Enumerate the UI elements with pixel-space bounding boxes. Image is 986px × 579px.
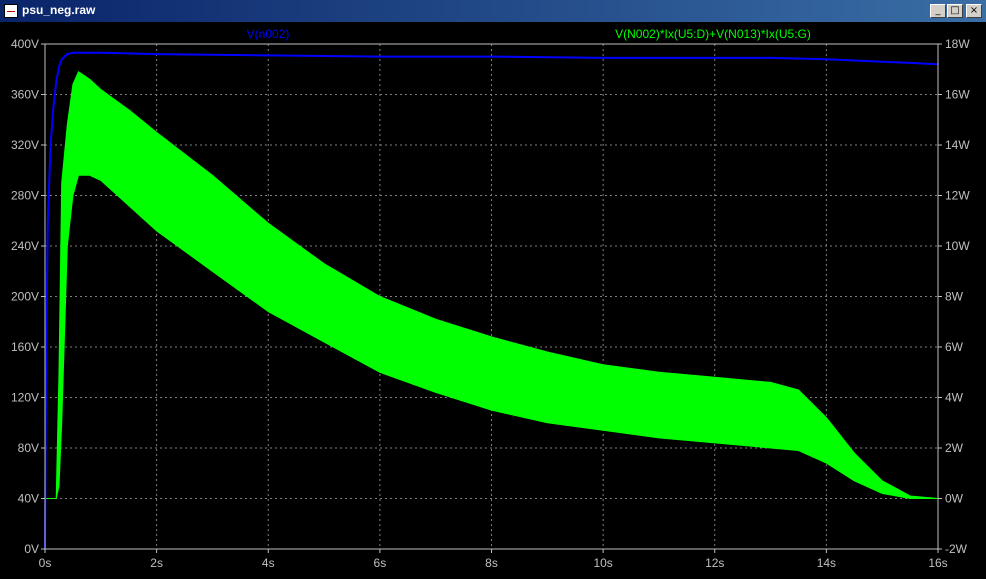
right-y-tick-label: 4W — [945, 391, 964, 405]
right-y-tick-label: 16W — [945, 88, 970, 102]
right-y-tick-label: 2W — [945, 441, 964, 455]
title-bar: psu_neg.raw _ □ × — [0, 0, 986, 22]
right-y-tick-label: 0W — [945, 492, 964, 506]
close-button[interactable]: × — [966, 4, 982, 18]
plot-pane[interactable]: 0s 2s 4s 6s 8s 10s 12s 14s 16s 0V 40V 80V 120V 160V 20… — [0, 22, 986, 579]
left-y-tick-label: 200V — [11, 290, 39, 304]
right-y-tick-label: 12W — [945, 189, 970, 203]
left-y-tick-label: 0V — [24, 542, 39, 556]
x-tick-label: 14s — [817, 556, 836, 570]
right-y-tick-label: 8W — [945, 290, 964, 304]
left-y-tick-label: 400V — [11, 37, 39, 51]
x-tick-label: 0s — [39, 556, 52, 570]
left-y-tick-label: 80V — [18, 441, 39, 455]
legend-voltage: V(n002) — [247, 27, 290, 41]
left-y-tick-label: 40V — [18, 492, 39, 506]
left-y-tick-label: 240V — [11, 239, 39, 253]
left-y-tick-label: 320V — [11, 138, 39, 152]
x-tick-label: 6s — [374, 556, 387, 570]
minimize-button[interactable]: _ — [930, 4, 946, 18]
left-y-tick-label: 160V — [11, 340, 39, 354]
x-tick-label: 16s — [928, 556, 947, 570]
waveform-app-icon — [4, 4, 18, 18]
x-tick-label: 10s — [593, 556, 612, 570]
right-y-tick-label: 18W — [945, 37, 970, 51]
restore-button[interactable]: □ — [947, 4, 963, 18]
right-y-tick-label: 6W — [945, 340, 964, 354]
waveform-chart[interactable]: 0s 2s 4s 6s 8s 10s 12s 14s 16s 0V 40V 80V 120V 160V 20… — [0, 22, 986, 579]
right-y-tick-label: 10W — [945, 239, 970, 253]
right-y-tick-label: -2W — [945, 542, 968, 556]
x-tick-label: 4s — [262, 556, 275, 570]
x-tick-label: 12s — [705, 556, 724, 570]
left-y-tick-label: 120V — [11, 391, 39, 405]
legend-power: V(N002)*Ix(U5:D)+V(N013)*Ix(U5:G) — [615, 27, 811, 41]
left-y-tick-label: 360V — [11, 88, 39, 102]
x-tick-label: 2s — [150, 556, 163, 570]
left-y-tick-label: 280V — [11, 189, 39, 203]
right-y-tick-label: 14W — [945, 138, 970, 152]
window-title: psu_neg.raw — [22, 3, 96, 17]
x-tick-label: 8s — [485, 556, 498, 570]
